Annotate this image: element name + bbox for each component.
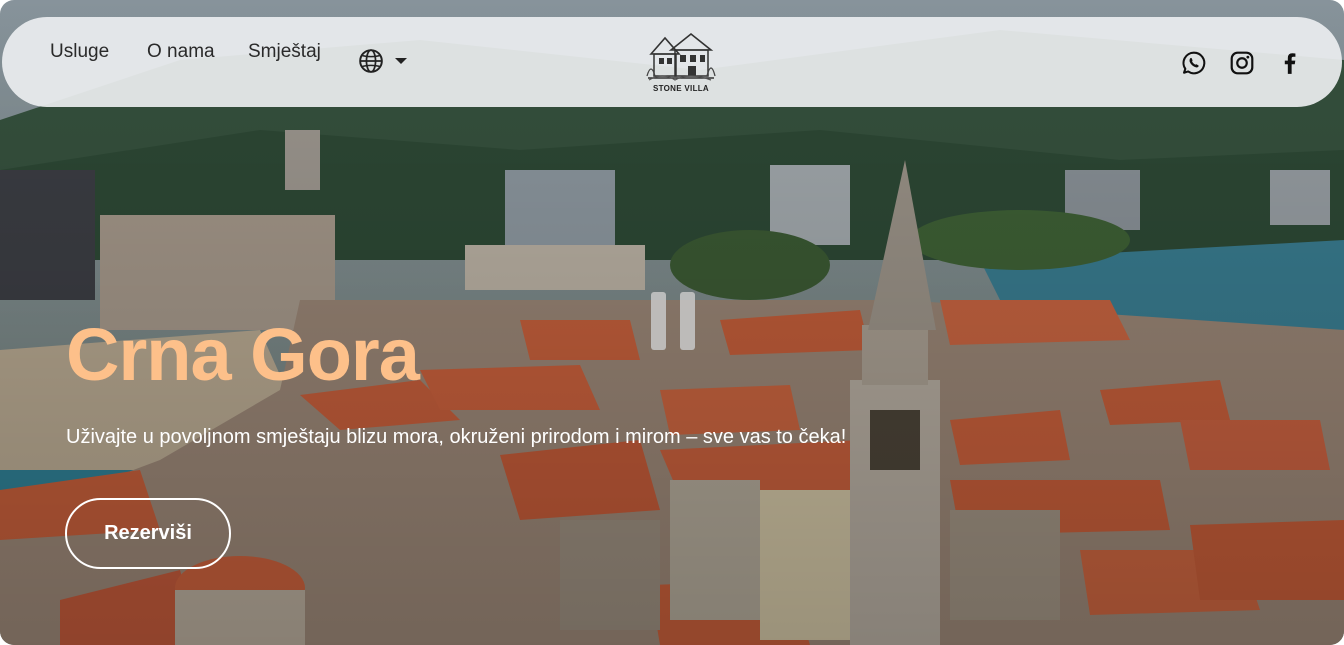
facebook-link[interactable] <box>1277 50 1303 76</box>
instagram-icon <box>1230 51 1254 75</box>
whatsapp-link[interactable] <box>1181 50 1207 76</box>
whatsapp-icon <box>1182 51 1206 75</box>
caret-down-icon <box>395 58 407 64</box>
stone-villa-logo[interactable]: STONE VILLA <box>645 28 717 96</box>
villa-house-icon <box>646 32 716 81</box>
hero-subtitle: Uživajte u povoljnom smještaju blizu mor… <box>66 426 847 448</box>
hero-section: Usluge O nama Smještaj STONE VILLA Crna … <box>0 0 1344 645</box>
hero-title: Crna Gora <box>66 313 420 396</box>
instagram-link[interactable] <box>1229 50 1255 76</box>
logo-text: STONE VILLA <box>652 84 710 93</box>
nav-link-smjestaj[interactable]: Smještaj <box>248 41 321 63</box>
nav-link-usluge[interactable]: Usluge <box>50 41 109 63</box>
language-selector[interactable] <box>358 48 408 74</box>
pause-icon-bar <box>680 292 695 350</box>
globe-icon <box>359 49 383 73</box>
pause-icon <box>651 292 666 350</box>
facebook-icon <box>1284 53 1296 74</box>
reserve-button[interactable]: Rezerviši <box>65 498 231 569</box>
video-pause-button[interactable] <box>651 292 695 350</box>
nav-link-o-nama[interactable]: O nama <box>147 41 215 63</box>
